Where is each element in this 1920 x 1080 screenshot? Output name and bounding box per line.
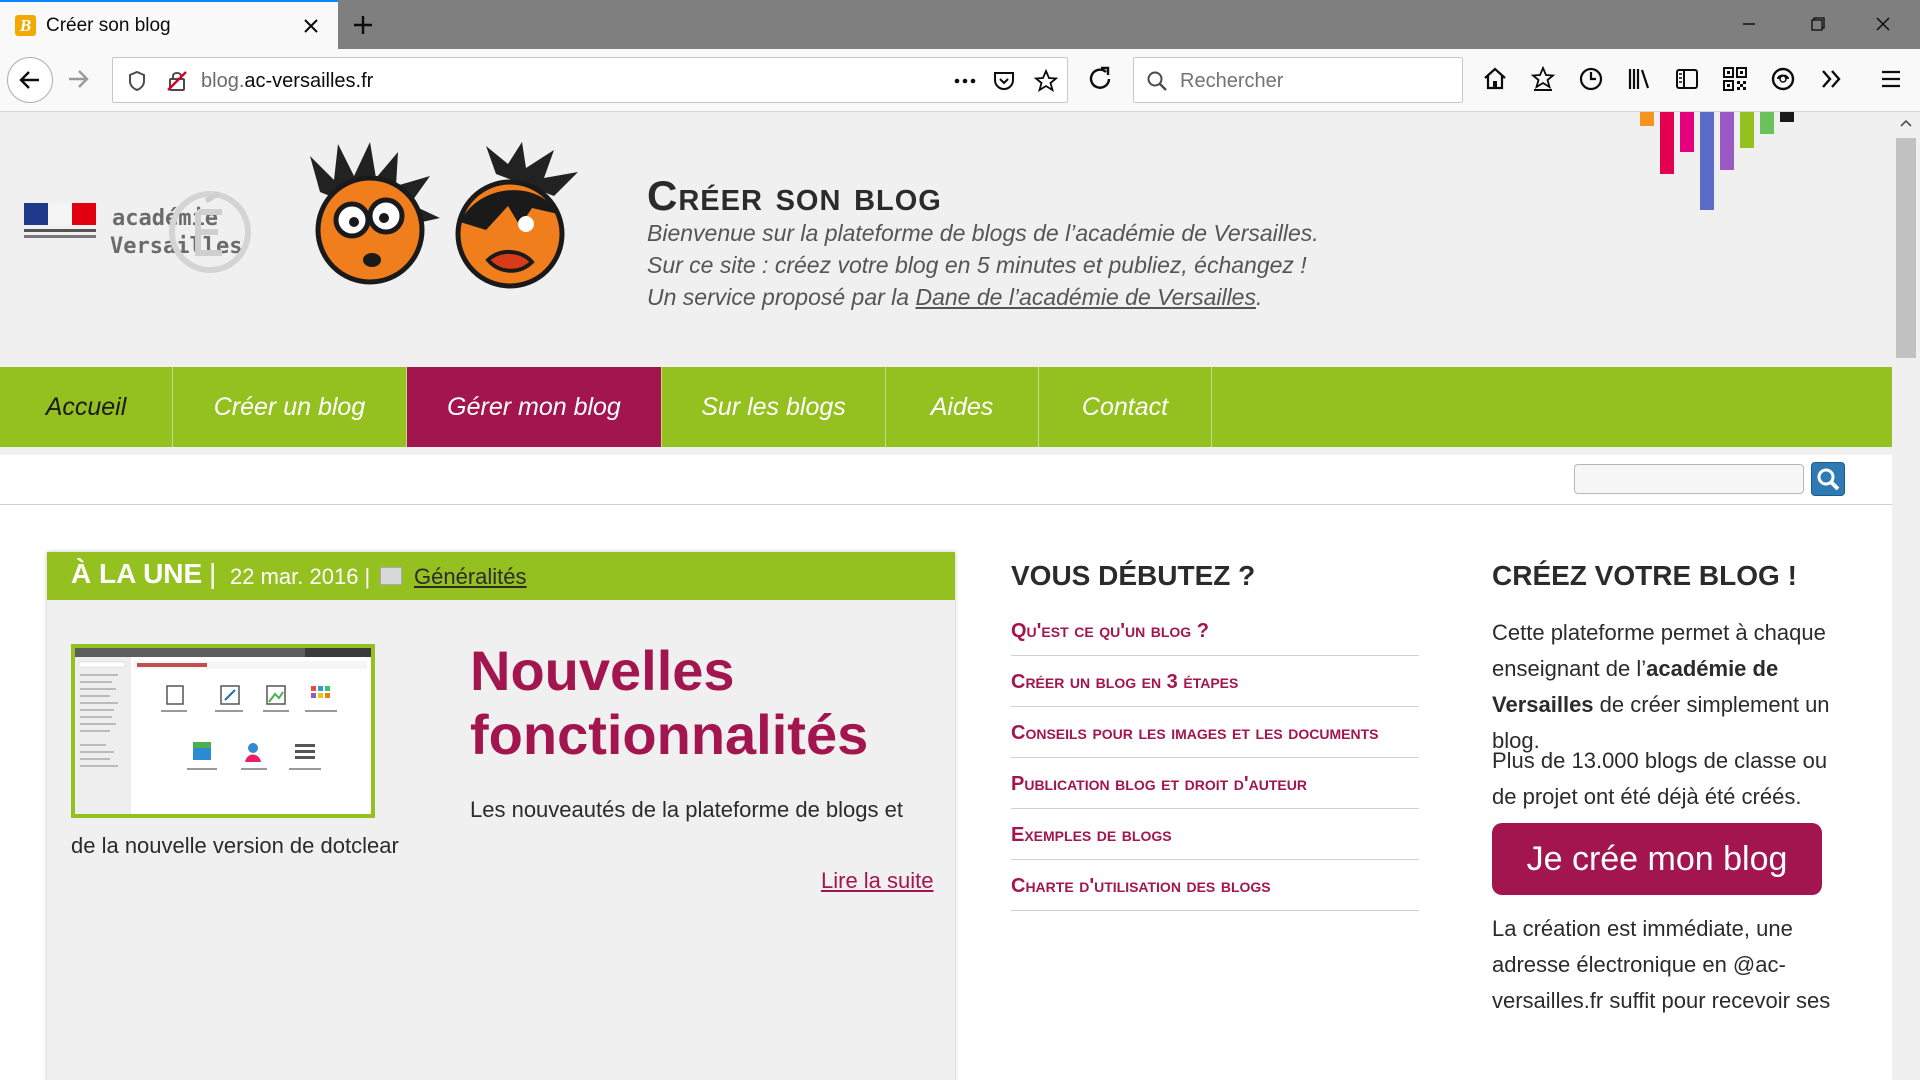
page-scrollbar[interactable] (1892, 112, 1920, 1080)
new-tab-icon[interactable] (346, 8, 380, 42)
dotclear-dashboard-screenshot (75, 648, 371, 814)
tab-title: Créer son blog (46, 15, 171, 36)
back-button[interactable] (7, 57, 53, 103)
overflow-chevrons-icon[interactable] (1811, 59, 1851, 99)
featured-separator: | (209, 558, 217, 589)
url-text[interactable]: blog.ac-versailles.fr (201, 70, 373, 93)
tagline-service: Un service proposé par la Dane de l’acad… (647, 284, 1262, 311)
site-search-band (0, 455, 1892, 505)
link-create-3-steps[interactable]: Créer un blog en 3 étapes (1011, 656, 1419, 707)
dane-link[interactable]: Dane de l’académie de Versailles (915, 284, 1256, 310)
academie-versailles-logo[interactable]: académie Versailles (22, 167, 262, 277)
menu-item-sur-les-blogs[interactable]: Sur les blogs (662, 367, 886, 447)
beginner-links: Qu'est ce qu'un blog ? Créer un blog en … (1011, 605, 1419, 911)
window-close-icon[interactable] (1860, 8, 1906, 40)
featured-label: À LA UNE (71, 558, 203, 589)
browser-tab-bar: B Créer son blog (0, 0, 1920, 49)
menu-item-creer-un-blog[interactable]: Créer un blog (173, 367, 407, 447)
shield-icon[interactable] (127, 70, 147, 92)
browser-tab[interactable]: B Créer son blog (0, 0, 338, 49)
tagline-service-suffix: . (1255, 284, 1263, 310)
decorative-color-bars (1640, 112, 1794, 210)
menu-item-accueil[interactable]: Accueil (0, 367, 173, 447)
arrow-right-icon (69, 70, 89, 88)
link-copyright[interactable]: Publication blog et droit d'auteur (1011, 758, 1419, 809)
browser-search-input[interactable]: Rechercher (1133, 57, 1463, 103)
link-blog-examples[interactable]: Exemples de blogs (1011, 809, 1419, 860)
blog-favicon-icon: B (15, 15, 36, 36)
arrow-left-icon (19, 71, 39, 89)
create-intro-text: Cette plateforme permet à chaque enseign… (1492, 615, 1857, 759)
scroll-up-arrow-icon[interactable] (1899, 118, 1913, 128)
menu-item-gerer-mon-blog[interactable]: Gérer mon blog (407, 367, 662, 447)
featured-header-bar: À LA UNE | 22 mar. 2016 | Généralités (47, 552, 955, 600)
article-category-link[interactable]: Généralités (414, 564, 527, 590)
insecure-lock-icon[interactable] (165, 69, 189, 93)
folder-icon (380, 567, 402, 585)
create-section-title: CRÉEZ VOTRE BLOG ! (1492, 560, 1797, 591)
article-date: 22 mar. 2016 | (230, 564, 371, 589)
link-what-is-blog[interactable]: Qu'est ce qu'un blog ? (1011, 605, 1419, 656)
url-domain: ac-versailles.fr (244, 70, 374, 92)
beginner-section-title: VOUS DÉBUTEZ ? (1011, 560, 1256, 591)
create-info-text: La création est immédiate, une adresse é… (1492, 916, 1831, 1013)
url-bar[interactable]: blog.ac-versailles.fr (112, 57, 1068, 103)
tagline-welcome: Bienvenue sur la plateforme de blogs de … (647, 220, 1319, 246)
site-search-button[interactable] (1811, 462, 1845, 496)
pocket-icon[interactable] (992, 69, 1016, 93)
article-excerpt-line-2: de la nouvelle version de dotclear (71, 833, 399, 858)
qr-code-icon[interactable] (1715, 59, 1755, 99)
blog-count-text: Plus de 13.000 blogs de classe ou de pro… (1492, 748, 1828, 809)
hamburger-menu-icon[interactable] (1871, 59, 1911, 99)
read-more-link[interactable]: Lire la suite (821, 868, 934, 894)
featured-article: À LA UNE | 22 mar. 2016 | Généralités No… (47, 552, 955, 1080)
web-page: académie Versailles Créer son blog Bienv… (0, 112, 1892, 1080)
browser-toolbar: blog.ac-versailles.fr Rechercher (0, 49, 1920, 112)
article-thumbnail[interactable] (71, 644, 375, 818)
library-icon[interactable] (1619, 59, 1659, 99)
forward-button[interactable] (58, 59, 98, 99)
search-placeholder: Rechercher (1180, 70, 1284, 92)
tagline-create: Sur ce site : créez votre blog en 5 minu… (647, 252, 1307, 278)
url-prefix: blog. (201, 70, 245, 92)
scrollbar-thumb[interactable] (1896, 138, 1916, 358)
magnifier-icon (1817, 468, 1840, 491)
sidebar-icon[interactable] (1667, 59, 1707, 99)
extension-icon[interactable] (1763, 59, 1803, 99)
main-content: À LA UNE | 22 mar. 2016 | Généralités No… (0, 505, 1892, 1080)
link-images-documents[interactable]: Conseils pour les images et les document… (1011, 707, 1419, 758)
home-icon[interactable] (1475, 59, 1515, 99)
search-icon (1147, 71, 1167, 91)
bookmark-star-icon[interactable] (1033, 68, 1059, 94)
article-title[interactable]: Nouvelles fonctionnalités (470, 639, 940, 767)
site-search-input[interactable] (1574, 464, 1804, 494)
tagline-service-prefix: Un service proposé par la (647, 284, 916, 310)
blog-mascot-logo[interactable] (300, 142, 590, 292)
link-usage-charter[interactable]: Charte d'utilisation des blogs (1011, 860, 1419, 911)
restore-icon[interactable] (1795, 8, 1841, 40)
history-clock-icon[interactable] (1571, 59, 1611, 99)
create-blog-button[interactable]: Je crée mon blog (1492, 823, 1822, 895)
minimize-icon[interactable] (1726, 8, 1772, 40)
site-title: Créer son blog (647, 172, 942, 219)
menu-item-contact[interactable]: Contact (1039, 367, 1212, 447)
menu-item-aides[interactable]: Aides (886, 367, 1039, 447)
site-header: académie Versailles Créer son blog Bienv… (0, 112, 1892, 367)
page-actions-icon[interactable] (951, 70, 979, 92)
article-excerpt-line-1: Les nouveautés de la plateforme de blogs… (470, 797, 903, 822)
bookmarks-menu-icon[interactable] (1523, 59, 1563, 99)
close-tab-icon[interactable] (297, 12, 325, 40)
main-menu: Accueil Créer un blog Gérer mon blog Sur… (0, 367, 1892, 447)
reload-icon[interactable] (1080, 59, 1120, 99)
